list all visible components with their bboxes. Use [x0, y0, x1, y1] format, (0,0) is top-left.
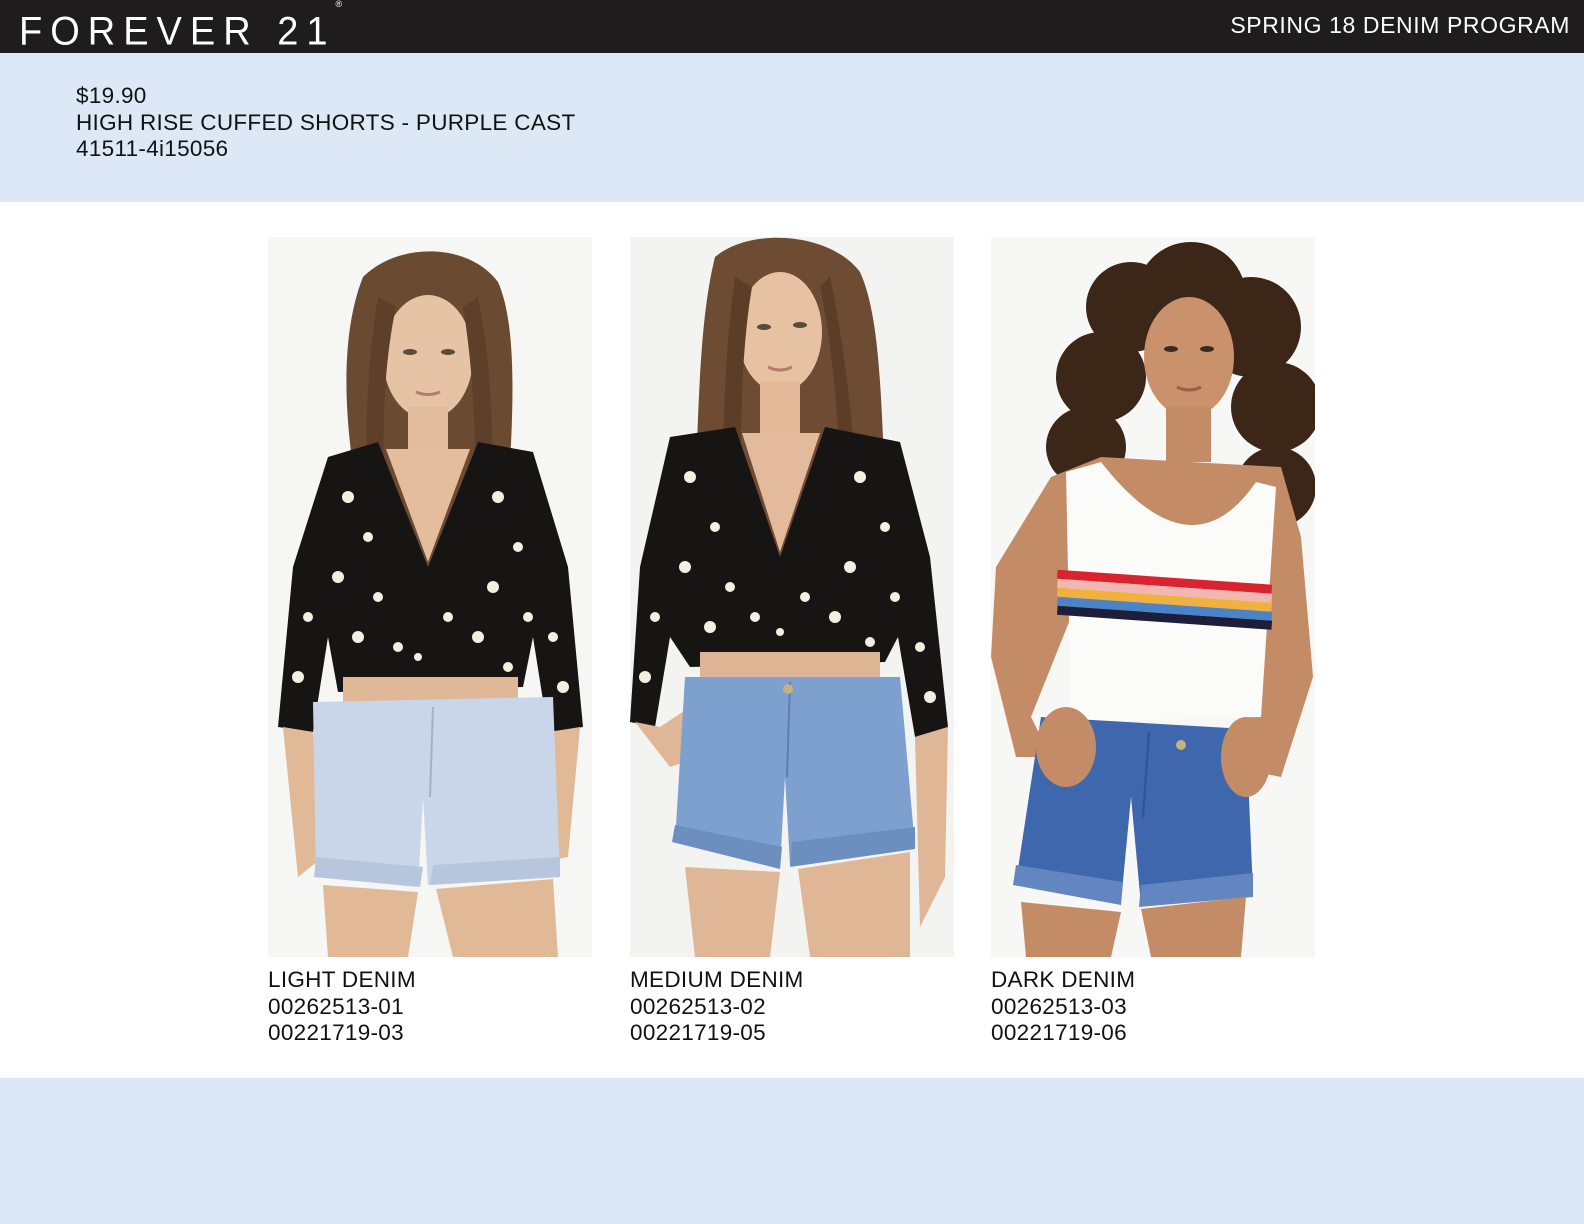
program-title: SPRING 18 DENIM PROGRAM [1230, 12, 1570, 38]
variant-label: MEDIUM DENIM [630, 967, 804, 992]
variant-card-dark: DARK DENIM 00262513-03 00221719-06 [991, 237, 1315, 1047]
variant-card-medium: MEDIUM DENIM 00262513-02 00221719-05 [630, 237, 954, 1047]
variants-section: LIGHT DENIM 00262513-01 00221719-03 MEDI… [0, 202, 1584, 1078]
brand-logo-text: FOREVER 21 [19, 9, 336, 54]
variant-code: 00262513-01 [268, 993, 404, 1019]
variant-code: 00221719-06 [991, 1020, 1127, 1045]
variant-code: 00221719-05 [630, 1020, 766, 1045]
variant-caption: DARK DENIM 00262513-03 00221719-06 [991, 967, 1315, 1047]
variant-caption: MEDIUM DENIM 00262513-02 00221719-05 [630, 967, 954, 1047]
product-photo-dark-denim [991, 237, 1315, 957]
variant-code: 00221719-03 [268, 1020, 404, 1045]
top-bar: FOREVER 21® SPRING 18 DENIM PROGRAM [0, 0, 1584, 53]
product-name: HIGH RISE CUFFED SHORTS - PURPLE CAST [76, 109, 576, 135]
product-price: $19.90 [76, 83, 147, 108]
brand-logo: FOREVER 21® [19, 0, 342, 54]
footer-band [0, 1078, 1584, 1224]
variant-card-light: LIGHT DENIM 00262513-01 00221719-03 [268, 237, 592, 1047]
product-photo-medium-denim [630, 237, 954, 957]
variant-label: LIGHT DENIM [268, 967, 416, 992]
variant-caption: LIGHT DENIM 00262513-01 00221719-03 [268, 967, 592, 1047]
product-header: $19.90 HIGH RISE CUFFED SHORTS - PURPLE … [0, 53, 1584, 202]
product-style-number: 41511-4i15056 [76, 136, 229, 161]
product-info: $19.90 HIGH RISE CUFFED SHORTS - PURPLE … [76, 83, 576, 163]
variant-label: DARK DENIM [991, 967, 1136, 992]
variant-code: 00262513-02 [630, 993, 766, 1019]
variant-code: 00262513-03 [991, 993, 1127, 1019]
registered-mark: ® [335, 0, 343, 10]
product-photo-light-denim [268, 237, 592, 957]
